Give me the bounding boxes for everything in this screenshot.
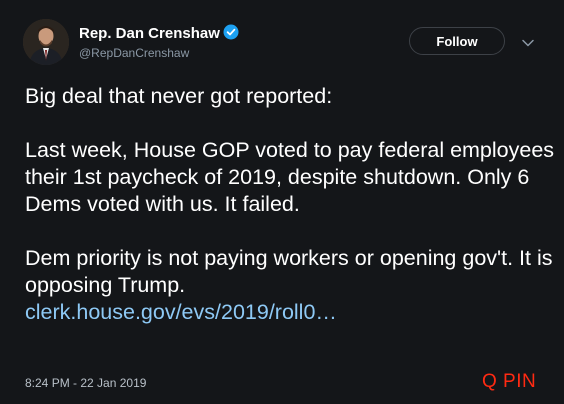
chevron-down-icon[interactable] [521, 36, 535, 48]
tweet-body: Big deal that never got reported: Last w… [25, 83, 555, 326]
watermark-text: Q PIN [482, 371, 537, 392]
tweet-line-1: Big deal that never got reported: [25, 84, 333, 108]
tweet-timestamp[interactable]: 8:24 PM - 22 Jan 2019 [25, 376, 146, 390]
display-name-text[interactable]: Rep. Dan Crenshaw [79, 25, 220, 42]
tweet-paragraph-2: Last week, House GOP voted to pay federa… [25, 138, 555, 216]
verified-badge-icon [223, 24, 239, 40]
avatar-image [23, 19, 69, 65]
follow-button[interactable]: Follow [409, 27, 505, 55]
display-name[interactable]: Rep. Dan Crenshaw [79, 24, 239, 42]
tweet-paragraph-3: Dem priority is not paying workers or op… [25, 246, 553, 297]
user-handle[interactable]: @RepDanCrenshaw [79, 46, 189, 60]
avatar[interactable] [23, 19, 69, 65]
tweet-link[interactable]: clerk.house.gov/evs/2019/roll0… [25, 300, 337, 324]
